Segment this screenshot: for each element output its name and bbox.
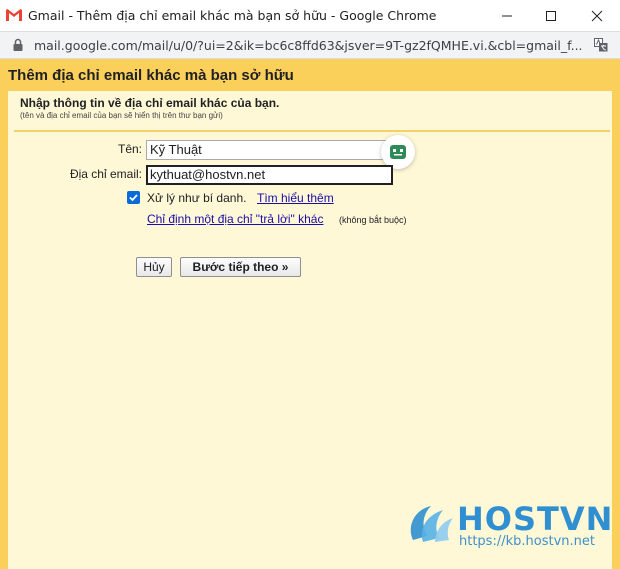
window-titlebar: Gmail - Thêm địa chỉ email khác mà bạn s… (0, 0, 620, 32)
hostvn-logo-icon (410, 506, 453, 542)
divider (14, 130, 610, 132)
name-input[interactable]: Kỹ Thuật (146, 140, 393, 160)
alias-checkbox[interactable] (127, 191, 140, 204)
password-manager-icon[interactable] (381, 135, 415, 169)
maximize-icon (546, 11, 556, 21)
lock-icon[interactable] (12, 38, 24, 52)
maximize-button[interactable] (528, 0, 574, 32)
checkmark-icon (129, 194, 138, 202)
name-label: Tên: (117, 142, 142, 156)
minimize-icon (502, 15, 512, 17)
section-heading: Nhập thông tin về địa chỉ email khác của… (20, 96, 280, 110)
dialog-body: Nhập thông tin về địa chỉ email khác của… (8, 91, 612, 569)
alias-label: Xử lý như bí danh. (147, 191, 247, 205)
watermark-url: https://kb.hostvn.net (459, 534, 595, 549)
watermark-brand: HOSTVN (457, 500, 614, 538)
close-icon (591, 10, 603, 22)
robot-face-icon (390, 145, 406, 159)
window-title: Gmail - Thêm địa chỉ email khác mà bạn s… (28, 8, 437, 23)
minimize-button[interactable] (484, 0, 530, 32)
cancel-button[interactable]: Hủy (136, 257, 172, 277)
dialog-title: Thêm địa chỉ email khác mà bạn sở hữu (8, 67, 294, 84)
reply-to-link[interactable]: Chỉ định một địa chỉ "trả lời" khác (147, 212, 323, 226)
learn-more-link[interactable]: Tìm hiểu thêm (257, 191, 334, 205)
hostvn-watermark: HOSTVN https://kb.hostvn.net (405, 500, 612, 556)
address-bar: mail.google.com/mail/u/0/?ui=2&ik=bc6c8f… (0, 32, 620, 59)
email-label: Địa chỉ email: (69, 167, 142, 181)
add-email-dialog: Thêm địa chỉ email khác mà bạn sở hữu Nh… (0, 59, 620, 569)
email-input[interactable]: kythuat@hostvn.net (146, 165, 393, 185)
section-subheading: (tên và địa chỉ email của bạn sẽ hiển th… (20, 111, 223, 120)
next-step-button[interactable]: Bước tiếp theo » (180, 257, 301, 277)
url-text[interactable]: mail.google.com/mail/u/0/?ui=2&ik=bc6c8f… (34, 38, 582, 53)
translate-icon[interactable] (594, 38, 608, 52)
optional-note: (không bắt buộc) (339, 215, 407, 225)
gmail-icon (6, 9, 22, 21)
close-button[interactable] (574, 0, 620, 32)
